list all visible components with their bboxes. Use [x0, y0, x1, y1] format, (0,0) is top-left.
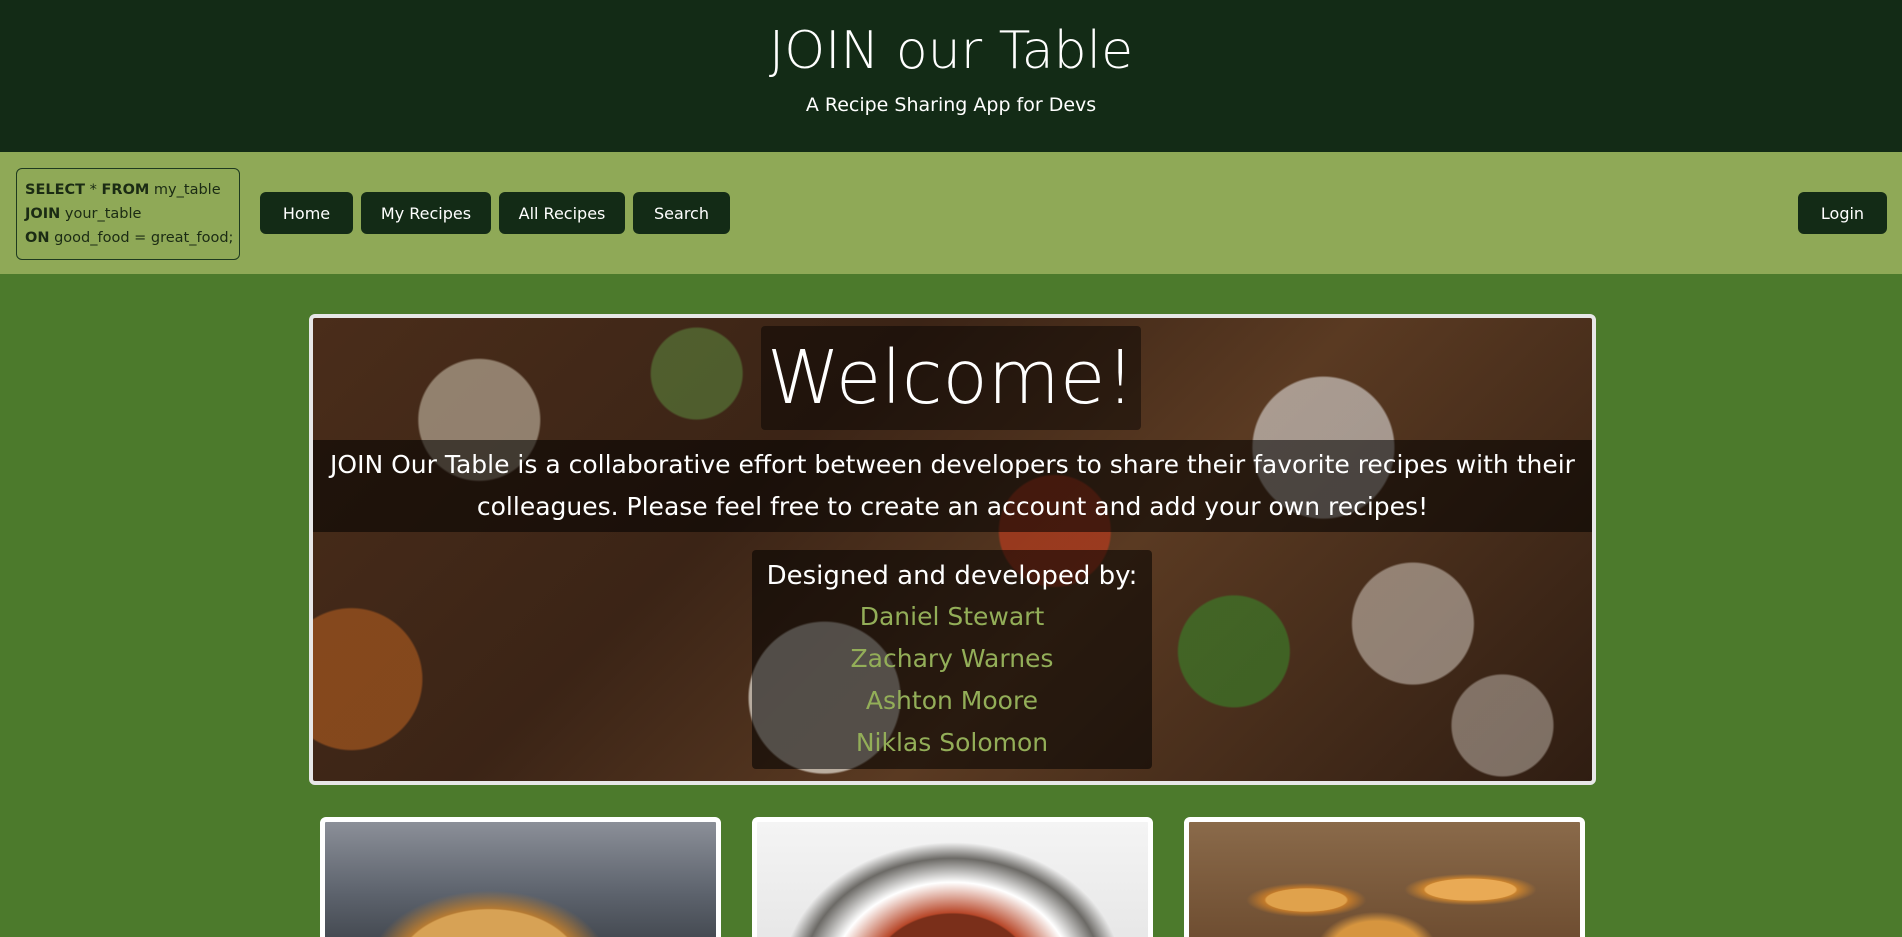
- all-recipes-button[interactable]: All Recipes: [499, 192, 625, 234]
- logo-line-2: JOIN your_table: [25, 206, 142, 222]
- logo-line-3: ON good_food = great_food;: [25, 230, 234, 246]
- recipe-card[interactable]: [752, 817, 1153, 937]
- pancakes-image: [325, 822, 716, 937]
- hero-banner: Welcome! JOIN Our Table is a collaborati…: [309, 314, 1596, 785]
- recipe-card[interactable]: [320, 817, 721, 937]
- hero-description: JOIN Our Table is a collaborative effort…: [313, 440, 1592, 532]
- welcome-heading: Welcome!: [761, 326, 1141, 430]
- sql-logo[interactable]: SELECT * FROM my_table JOIN your_table O…: [16, 168, 240, 260]
- developers-heading: Designed and developed by:: [766, 561, 1138, 591]
- nav-bar: SELECT * FROM my_table JOIN your_table O…: [0, 152, 1902, 274]
- logo-line-1: SELECT * FROM my_table: [25, 182, 221, 198]
- bowl-image: [757, 822, 1148, 937]
- login-button[interactable]: Login: [1798, 192, 1887, 234]
- site-subtitle: A Recipe Sharing App for Devs: [805, 94, 1097, 116]
- home-button[interactable]: Home: [260, 192, 353, 234]
- recipe-card[interactable]: [1184, 817, 1585, 937]
- roast-chicken-image: [1189, 822, 1580, 937]
- developer-link[interactable]: Ashton Moore: [752, 680, 1152, 722]
- site-header: JOIN our Table A Recipe Sharing App for …: [0, 0, 1902, 152]
- developer-link[interactable]: Niklas Solomon: [752, 722, 1152, 764]
- my-recipes-button[interactable]: My Recipes: [361, 192, 491, 234]
- developer-link[interactable]: Zachary Warnes: [752, 638, 1152, 680]
- developer-link[interactable]: Daniel Stewart: [752, 596, 1152, 638]
- developers-box: Designed and developed by: Daniel Stewar…: [752, 550, 1152, 769]
- site-title: JOIN our Table: [768, 21, 1134, 81]
- search-button[interactable]: Search: [633, 192, 730, 234]
